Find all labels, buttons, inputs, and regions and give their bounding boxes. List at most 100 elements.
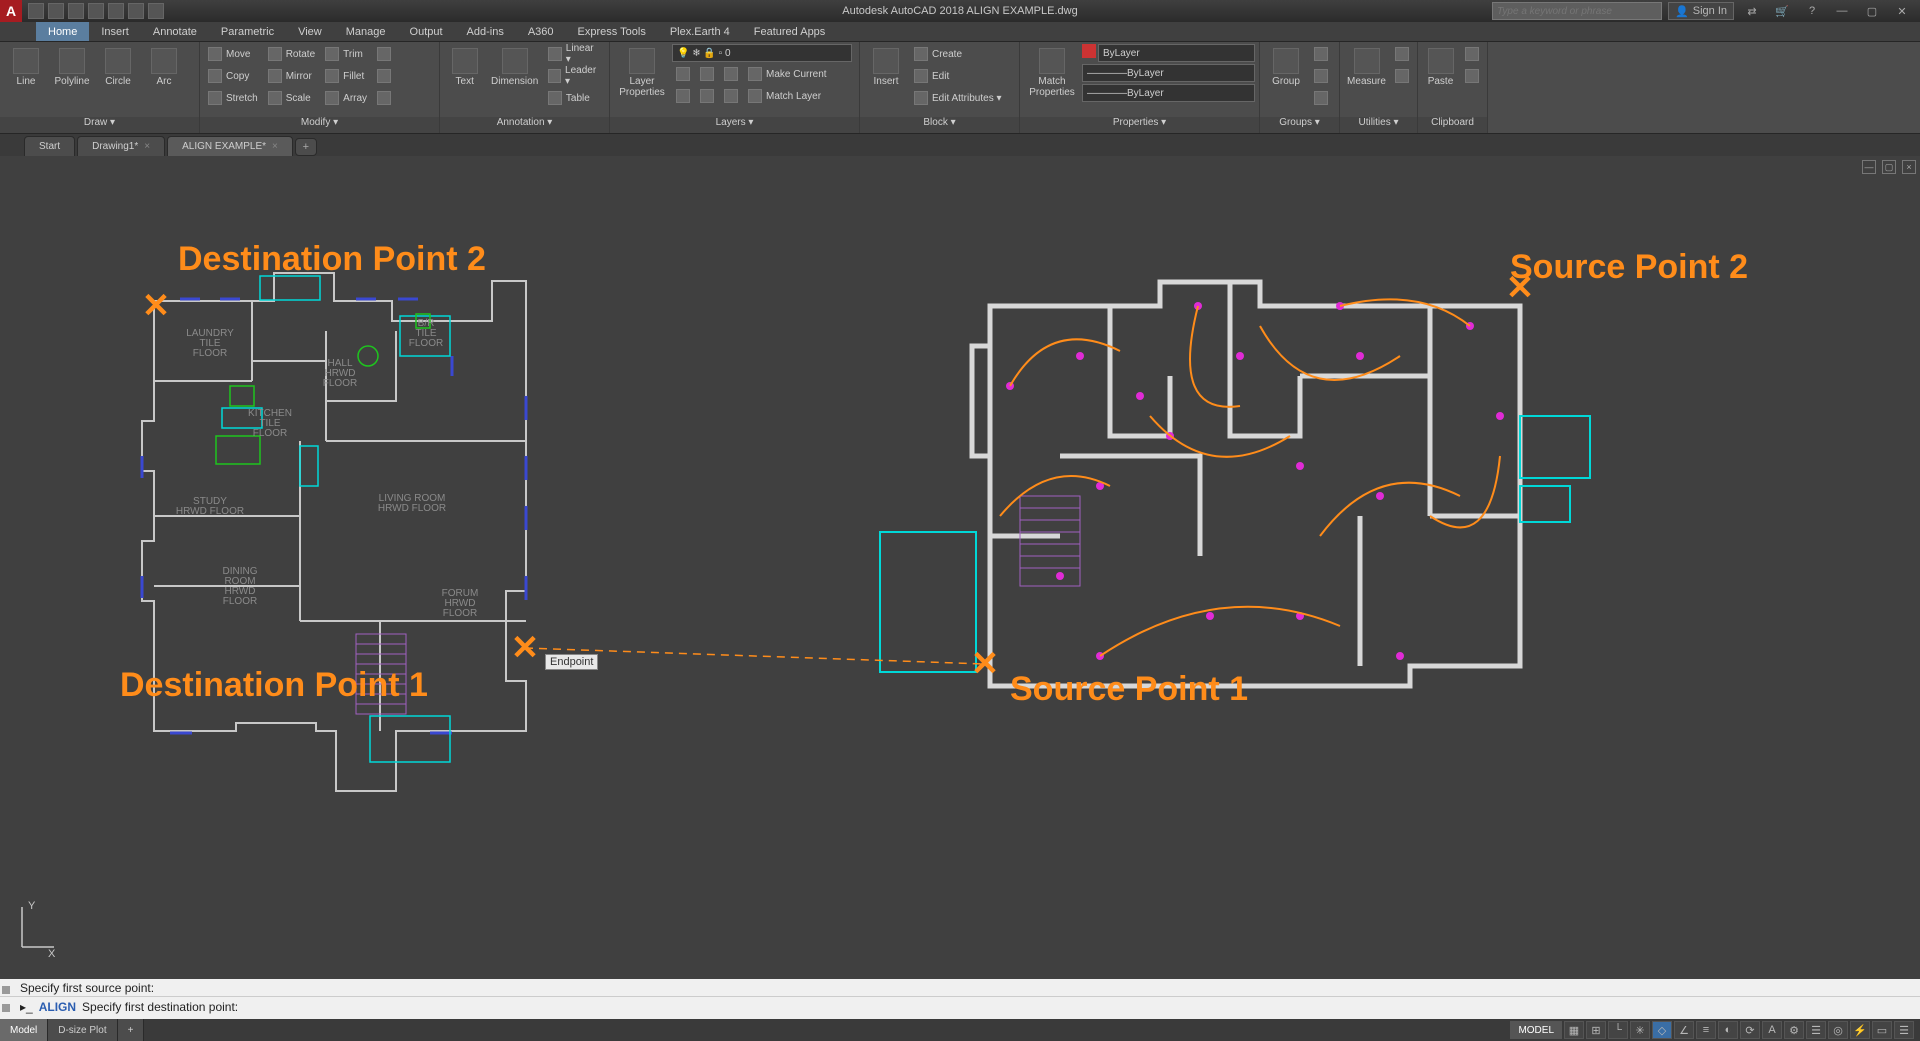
circle-button[interactable]: Circle [96,44,140,91]
layer-dropdown[interactable]: 💡 ❄ 🔒 ▫ 0 [672,44,852,62]
tab-express[interactable]: Express Tools [566,22,658,41]
tab-plex[interactable]: Plex.Earth 4 [658,22,742,41]
qat-saveas-icon[interactable] [88,3,104,19]
mirror-button[interactable]: Mirror [264,66,319,86]
close-tab-icon[interactable]: × [272,141,278,152]
tab-output[interactable]: Output [398,22,455,41]
exchange-icon[interactable]: ⇄ [1740,2,1764,20]
table-button[interactable]: Table [544,88,605,108]
panel-block-title[interactable]: Block ▾ [860,117,1019,133]
annotation-monitor-icon[interactable]: ☰ [1806,1021,1826,1039]
hardware-accel-icon[interactable]: ⚡ [1850,1021,1870,1039]
transparency-icon[interactable]: ◐ [1718,1021,1738,1039]
file-tab-drawing1[interactable]: Drawing1*× [77,136,165,156]
layer-btn3[interactable] [720,64,742,84]
qat-plot-icon[interactable] [108,3,124,19]
match-properties-button[interactable]: Match Properties [1024,44,1080,102]
linetype-dropdown[interactable]: ———— ByLayer [1082,84,1255,102]
rotate-button[interactable]: Rotate [264,44,319,64]
annoscale-icon[interactable]: A [1762,1021,1782,1039]
tab-a360[interactable]: A360 [516,22,566,41]
modify-extra3[interactable] [373,88,395,108]
trim-button[interactable]: Trim [321,44,371,64]
cart-icon[interactable]: 🛒 [1770,2,1794,20]
tab-view[interactable]: View [286,22,334,41]
text-button[interactable]: Text [444,44,485,91]
tab-parametric[interactable]: Parametric [209,22,286,41]
close-button[interactable]: ✕ [1890,2,1914,20]
panel-draw-title[interactable]: Draw ▾ [0,117,199,133]
isolate-icon[interactable]: ◎ [1828,1021,1848,1039]
modelspace-button[interactable]: MODEL [1510,1021,1562,1039]
tab-manage[interactable]: Manage [334,22,398,41]
file-tab-align-example[interactable]: ALIGN EXAMPLE*× [167,136,293,156]
panel-groups-title[interactable]: Groups ▾ [1260,117,1339,133]
linear-button[interactable]: Linear ▾ [544,44,605,64]
panel-clipboard-title[interactable]: Clipboard [1418,117,1487,133]
layer-btn1[interactable] [672,64,694,84]
layer-properties-button[interactable]: Layer Properties [614,44,670,102]
measure-button[interactable]: Measure [1344,44,1389,91]
stretch-button[interactable]: Stretch [204,88,262,108]
minimize-button[interactable]: — [1830,2,1854,20]
tab-addins[interactable]: Add-ins [455,22,516,41]
layout-tab[interactable]: D-size Plot [48,1019,117,1041]
add-layout-button[interactable]: + [118,1019,145,1041]
match-layer-button[interactable]: Match Layer [744,86,825,106]
panel-utilities-title[interactable]: Utilities ▾ [1340,117,1417,133]
layer-btn6[interactable] [720,86,742,106]
qat-undo-icon[interactable] [128,3,144,19]
modify-extra1[interactable] [373,44,395,64]
panel-properties-title[interactable]: Properties ▾ [1020,117,1259,133]
group-btn1[interactable] [1310,44,1332,64]
qat-save-icon[interactable] [68,3,84,19]
layer-btn4[interactable] [672,86,694,106]
color-dropdown[interactable]: ByLayer [1098,44,1255,62]
tab-featured[interactable]: Featured Apps [742,22,838,41]
tab-home[interactable]: Home [36,22,89,41]
layer-btn5[interactable] [696,86,718,106]
move-button[interactable]: Move [204,44,262,64]
maximize-button[interactable]: ▢ [1860,2,1884,20]
app-logo[interactable]: A [0,0,22,22]
lineweight-dropdown[interactable]: ———— ByLayer [1082,64,1255,82]
edit-button[interactable]: Edit [910,66,1006,86]
tab-insert[interactable]: Insert [89,22,141,41]
snap-icon[interactable]: ⊞ [1586,1021,1606,1039]
insert-button[interactable]: Insert [864,44,908,91]
scale-button[interactable]: Scale [264,88,319,108]
arc-button[interactable]: Arc [142,44,186,91]
model-tab[interactable]: Model [0,1019,48,1041]
qat-redo-icon[interactable] [148,3,164,19]
copy-button[interactable]: Copy [204,66,262,86]
group-btn2[interactable] [1310,66,1332,86]
lineweight-icon[interactable]: ≡ [1696,1021,1716,1039]
workspace-icon[interactable]: ⚙ [1784,1021,1804,1039]
util-btn2[interactable] [1391,66,1413,86]
ortho-icon[interactable]: └ [1608,1021,1628,1039]
array-button[interactable]: Array [321,88,371,108]
group-button[interactable]: Group [1264,44,1308,91]
add-tab-button[interactable]: + [295,138,317,156]
polyline-button[interactable]: Polyline [50,44,94,91]
search-input[interactable] [1492,2,1662,20]
util-btn1[interactable] [1391,44,1413,64]
polar-icon[interactable]: ✳ [1630,1021,1650,1039]
dimension-button[interactable]: Dimension [487,44,542,91]
file-tab-start[interactable]: Start [24,136,75,156]
panel-modify-title[interactable]: Modify ▾ [200,117,439,133]
cycling-icon[interactable]: ⟳ [1740,1021,1760,1039]
create-button[interactable]: Create [910,44,1006,64]
command-handle[interactable] [2,981,12,1017]
make-current-button[interactable]: Make Current [744,64,831,84]
osnap-icon[interactable]: ◇ [1652,1021,1672,1039]
customize-icon[interactable]: ☰ [1894,1021,1914,1039]
qat-open-icon[interactable] [48,3,64,19]
clip-btn2[interactable] [1461,66,1483,86]
help-icon[interactable]: ? [1800,2,1824,20]
modify-extra2[interactable] [373,66,395,86]
drawing-canvas[interactable]: — ▢ × [0,156,1920,979]
signin-button[interactable]: 👤Sign In [1668,2,1734,20]
panel-annotation-title[interactable]: Annotation ▾ [440,117,609,133]
layer-btn2[interactable] [696,64,718,84]
